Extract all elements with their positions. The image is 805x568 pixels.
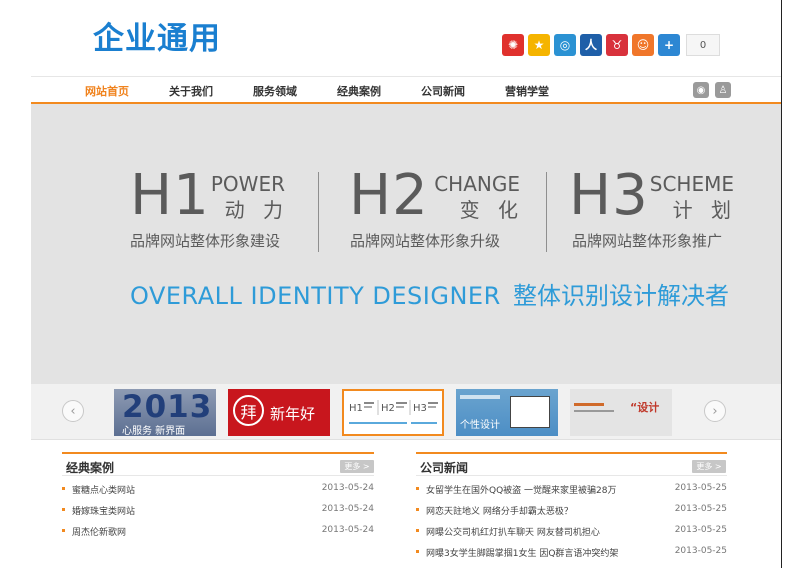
thumb1-year: 2013 bbox=[122, 389, 213, 425]
thumb4-bar bbox=[460, 395, 500, 399]
banner-tagline-cn: 整体识别设计解决者 bbox=[513, 282, 729, 310]
weibo-icon[interactable]: ✺ bbox=[502, 34, 524, 56]
news-section-header: 公司新闻 更多 > bbox=[416, 452, 727, 476]
bullet-icon bbox=[62, 487, 65, 490]
nav-home[interactable]: 网站首页 bbox=[85, 83, 129, 99]
banner-h3-number: H3 bbox=[569, 163, 649, 228]
list-item-date: 2013-05-24 bbox=[321, 525, 374, 535]
list-item[interactable]: 蜜糖点心类网站 2013-05-24 bbox=[62, 482, 374, 502]
thumbnail-3-active[interactable]: H1 H2 H3 bbox=[342, 389, 444, 436]
thumb2-seal: 拜 bbox=[233, 395, 264, 426]
thumb2-greeting: 新年好 bbox=[270, 405, 316, 423]
banner-h2-subtitle: 品牌网站整体形象升级 bbox=[350, 232, 501, 250]
list-item[interactable]: 网曝公交司机红灯扒车聊天 网友替司机担心 2013-05-25 bbox=[416, 524, 727, 544]
share-count: 0 bbox=[686, 34, 720, 56]
list-item-date: 2013-05-25 bbox=[674, 483, 727, 493]
more-button[interactable]: 更多 > bbox=[340, 460, 374, 473]
svg-text:H1: H1 bbox=[349, 403, 363, 414]
list-item-date: 2013-05-25 bbox=[674, 504, 727, 514]
banner-h1-cn: 动 力 bbox=[224, 198, 289, 222]
kaixin-icon[interactable]: ♉ bbox=[606, 34, 628, 56]
nav-news[interactable]: 公司新闻 bbox=[421, 83, 465, 99]
news-section: 公司新闻 更多 > 女留学生在国外QQ被盗 一觉醒来家里被骗28万 2013-0… bbox=[416, 452, 727, 568]
bullet-icon bbox=[62, 508, 65, 511]
thumbnail-carousel: ‹ 2013 心服务 新界面 拜 新年好 H1 H2 H3 个性设计 “设计 › bbox=[31, 384, 781, 440]
main-nav: 网站首页 关于我们 服务领域 经典案例 公司新闻 营销学堂 ◉ ♙ bbox=[31, 76, 781, 104]
thumb5-bar bbox=[574, 403, 604, 406]
nav-marketing[interactable]: 营销学堂 bbox=[505, 83, 549, 99]
banner-h1-number: H1 bbox=[130, 163, 210, 228]
list-item[interactable]: 周杰伦新歌网 2013-05-24 bbox=[62, 524, 374, 544]
list-item[interactable]: 网恋天註地义 网络分手却霸太恶极？ 2013-05-25 bbox=[416, 503, 727, 523]
thumb4-monitor bbox=[510, 396, 550, 428]
banner-h3-subtitle: 品牌网站整体形象推广 bbox=[572, 232, 723, 250]
tencent-weibo-icon[interactable]: ◎ bbox=[554, 34, 576, 56]
carousel-next-button[interactable]: › bbox=[704, 400, 726, 422]
banner-divider bbox=[546, 172, 547, 252]
bullet-icon bbox=[416, 550, 419, 553]
list-item[interactable]: 网曝3女学生脚踢掌掴1女生 因Q群言语冲突约架 2013-05-25 bbox=[416, 545, 727, 565]
list-item-title[interactable]: 网曝公交司机红灯扒车聊天 网友替司机担心 bbox=[426, 525, 600, 538]
cases-section-header: 经典案例 更多 > bbox=[62, 452, 374, 476]
renren-icon[interactable]: 人 bbox=[580, 34, 602, 56]
chevron-right-icon: › bbox=[712, 403, 718, 419]
list-item-date: 2013-05-25 bbox=[674, 525, 727, 535]
list-item[interactable]: 女留学生在国外QQ被盗 一觉醒来家里被骗28万 2013-05-25 bbox=[416, 482, 727, 502]
chevron-left-icon: ‹ bbox=[70, 403, 76, 419]
nav-cases[interactable]: 经典案例 bbox=[337, 83, 381, 99]
list-item-title[interactable]: 婚嫁珠宝类网站 bbox=[72, 504, 135, 517]
svg-text:H3: H3 bbox=[413, 403, 427, 414]
hero-banner[interactable]: H1 POWER 动 力 品牌网站整体形象建设 H2 CHANGE 变 化 品牌… bbox=[31, 104, 781, 384]
thumb5-label: “设计 bbox=[630, 401, 660, 414]
thumb4-label: 个性设计 bbox=[460, 420, 500, 431]
pengyou-icon[interactable]: ☺ bbox=[632, 34, 654, 56]
nav-services[interactable]: 服务领域 bbox=[253, 83, 297, 99]
banner-h2-number: H2 bbox=[349, 163, 429, 228]
list-item-title[interactable]: 周杰伦新歌网 bbox=[72, 525, 126, 538]
thumbnail-4[interactable]: 个性设计 bbox=[456, 389, 558, 436]
share-bar: ✺ ★ ◎ 人 ♉ ☺ + 0 bbox=[502, 34, 720, 56]
thumb3-mini-banner: H1 H2 H3 bbox=[349, 400, 438, 424]
qzone-icon[interactable]: ★ bbox=[528, 34, 550, 56]
banner-tagline-en: OVERALL IDENTITY DESIGNER bbox=[130, 282, 501, 310]
banner-h2-cn: 变 化 bbox=[459, 198, 524, 222]
bullet-icon bbox=[62, 529, 65, 532]
qq-icon[interactable]: ♙ bbox=[715, 82, 731, 98]
thumbnail-1[interactable]: 2013 心服务 新界面 bbox=[114, 389, 216, 436]
list-item-title[interactable]: 女留学生在国外QQ被盗 一觉醒来家里被骗28万 bbox=[426, 483, 616, 496]
list-item-date: 2013-05-24 bbox=[321, 483, 374, 493]
section-title: 公司新闻 bbox=[420, 461, 469, 475]
section-title: 经典案例 bbox=[66, 461, 115, 475]
more-button[interactable]: 更多 > bbox=[692, 460, 726, 473]
list-item[interactable]: 婚嫁珠宝类网站 2013-05-24 bbox=[62, 503, 374, 523]
nav-icons: ◉ ♙ bbox=[693, 82, 731, 98]
banner-divider bbox=[318, 172, 319, 252]
page: 企业通用 ✺ ★ ◎ 人 ♉ ☺ + 0 网站首页 关于我们 服务领域 经典案例… bbox=[0, 0, 805, 568]
weibo-icon[interactable]: ◉ bbox=[693, 82, 709, 98]
bullet-icon bbox=[416, 508, 419, 511]
banner-h3-cn: 计 划 bbox=[672, 198, 737, 222]
page-edge-rule bbox=[781, 0, 782, 568]
bullet-icon bbox=[416, 487, 419, 490]
banner-h2-en: CHANGE bbox=[434, 172, 520, 196]
banner-h1-subtitle: 品牌网站整体形象建设 bbox=[130, 232, 281, 250]
thumb1-caption: 心服务 新界面 bbox=[122, 426, 186, 436]
list-item-title[interactable]: 网曝3女学生脚踢掌掴1女生 因Q群言语冲突约架 bbox=[426, 546, 618, 559]
banner-h3-en: SCHEME bbox=[649, 172, 734, 196]
site-logo[interactable]: 企业通用 bbox=[93, 24, 221, 55]
nav-about[interactable]: 关于我们 bbox=[169, 83, 213, 99]
carousel-prev-button[interactable]: ‹ bbox=[62, 400, 84, 422]
svg-text:H2: H2 bbox=[381, 403, 395, 414]
list-item-date: 2013-05-25 bbox=[674, 546, 727, 556]
more-share-icon[interactable]: + bbox=[658, 34, 680, 56]
banner-h1-en: POWER bbox=[210, 172, 285, 196]
list-item-title[interactable]: 网恋天註地义 网络分手却霸太恶极？ bbox=[426, 504, 573, 517]
bullet-icon bbox=[416, 529, 419, 532]
thumbnail-2[interactable]: 拜 新年好 bbox=[228, 389, 330, 436]
thumbnail-5[interactable]: “设计 bbox=[570, 389, 672, 436]
cases-section: 经典案例 更多 > 蜜糖点心类网站 2013-05-24 婚嫁珠宝类网站 201… bbox=[62, 452, 374, 568]
list-item-title[interactable]: 蜜糖点心类网站 bbox=[72, 483, 135, 496]
list-item-date: 2013-05-24 bbox=[321, 504, 374, 514]
thumb5-bar bbox=[574, 410, 614, 412]
